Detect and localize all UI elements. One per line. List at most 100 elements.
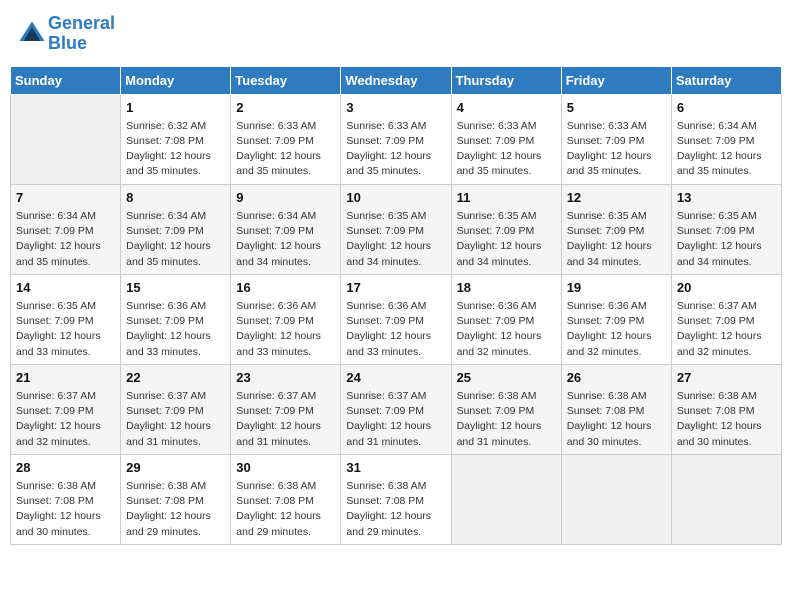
day-info: Sunrise: 6:38 AMSunset: 7:08 PMDaylight:… (16, 479, 115, 540)
calendar-cell: 13 Sunrise: 6:35 AMSunset: 7:09 PMDayligh… (671, 184, 781, 274)
day-number: 23 (236, 369, 335, 387)
logo-text2: Blue (48, 34, 115, 54)
calendar-cell: 22Sunrise: 6:37 AMSunset: 7:09 PMDayligh… (121, 364, 231, 454)
day-number: 30 (236, 459, 335, 477)
calendar-cell (671, 454, 781, 544)
day-info: Sunrise: 6:35 AMSunset: 7:09 PMDaylight:… (567, 209, 666, 270)
calendar-cell (561, 454, 671, 544)
calendar-cell: 12 Sunrise: 6:35 AMSunset: 7:09 PMDayligh… (561, 184, 671, 274)
day-info: Sunrise: 6:37 AMSunset: 7:09 PMDaylight:… (236, 389, 335, 450)
calendar-cell: 11 Sunrise: 6:35 AMSunset: 7:09 PMDayligh… (451, 184, 561, 274)
day-info: Sunrise: 6:35 AMSunset: 7:09 PMDaylight:… (677, 209, 776, 270)
page-header: General Blue (10, 10, 782, 58)
day-info: Sunrise: 6:35 AMSunset: 7:09 PMDaylight:… (457, 209, 556, 270)
day-number: 1 (126, 99, 225, 117)
day-info: Sunrise: 6:33 AMSunset: 7:09 PMDaylight:… (236, 119, 335, 180)
calendar-week-row: 28 Sunrise: 6:38 AMSunset: 7:08 PMDayligh… (11, 454, 782, 544)
day-info: Sunrise: 6:36 AMSunset: 7:09 PMDaylight:… (346, 299, 445, 360)
weekday-header: Tuesday (231, 66, 341, 94)
calendar-cell: 21Sunrise: 6:37 AMSunset: 7:09 PMDayligh… (11, 364, 121, 454)
day-number: 11 (457, 189, 556, 207)
calendar-cell: 27Sunrise: 6:38 AMSunset: 7:08 PMDayligh… (671, 364, 781, 454)
day-number: 28 (16, 459, 115, 477)
calendar-cell: 1 Sunrise: 6:32 AMSunset: 7:08 PMDaylight… (121, 94, 231, 184)
calendar-cell: 17 Sunrise: 6:36 AMSunset: 7:09 PMDayligh… (341, 274, 451, 364)
day-number: 24 (346, 369, 445, 387)
weekday-header: Saturday (671, 66, 781, 94)
calendar-table: SundayMondayTuesdayWednesdayThursdayFrid… (10, 66, 782, 545)
day-number: 5 (567, 99, 666, 117)
calendar-cell: 18 Sunrise: 6:36 AMSunset: 7:09 PMDayligh… (451, 274, 561, 364)
weekday-header: Monday (121, 66, 231, 94)
day-info: Sunrise: 6:34 AMSunset: 7:09 PMDaylight:… (16, 209, 115, 270)
calendar-cell: 26 Sunrise: 6:38 AMSunset: 7:08 PMDayligh… (561, 364, 671, 454)
calendar-week-row: 21 Sunrise: 6:37 AMSunset: 7:09 PMDayligh… (11, 364, 782, 454)
day-number: 10 (346, 189, 445, 207)
calendar-cell: 4 Sunrise: 6:33 AMSunset: 7:09 PMDaylight… (451, 94, 561, 184)
calendar-cell: 28 Sunrise: 6:38 AMSunset: 7:08 PMDayligh… (11, 454, 121, 544)
day-info: Sunrise: 6:34 AMSunset: 7:09 PMDaylight:… (677, 119, 776, 180)
calendar-cell: 19Sunrise: 6:36 AMSunset: 7:09 PMDayligh… (561, 274, 671, 364)
calendar-cell: 25 Sunrise: 6:38 AMSunset: 7:09 PMDayligh… (451, 364, 561, 454)
day-info: Sunrise: 6:33 AMSunset: 7:09 PMDaylight:… (457, 119, 556, 180)
calendar-cell: 30 Sunrise: 6:38 AMSunset: 7:08 PMDayligh… (231, 454, 341, 544)
calendar-cell: 15 Sunrise: 6:36 AMSunset: 7:09 PMDayligh… (121, 274, 231, 364)
calendar-cell: 2 Sunrise: 6:33 AMSunset: 7:09 PMDaylight… (231, 94, 341, 184)
weekday-header-row: SundayMondayTuesdayWednesdayThursdayFrid… (11, 66, 782, 94)
calendar-cell: 29Sunrise: 6:38 AMSunset: 7:08 PMDayligh… (121, 454, 231, 544)
day-number: 17 (346, 279, 445, 297)
weekday-header: Friday (561, 66, 671, 94)
calendar-cell: 24 Sunrise: 6:37 AMSunset: 7:09 PMDayligh… (341, 364, 451, 454)
day-number: 26 (567, 369, 666, 387)
day-number: 8 (126, 189, 225, 207)
day-number: 22 (126, 369, 225, 387)
day-info: Sunrise: 6:38 AMSunset: 7:09 PMDaylight:… (457, 389, 556, 450)
day-info: Sunrise: 6:35 AMSunset: 7:09 PMDaylight:… (16, 299, 115, 360)
logo: General Blue (18, 14, 115, 54)
day-number: 21 (16, 369, 115, 387)
day-info: Sunrise: 6:38 AMSunset: 7:08 PMDaylight:… (346, 479, 445, 540)
weekday-header: Thursday (451, 66, 561, 94)
calendar-cell: 10 Sunrise: 6:35 AMSunset: 7:09 PMDayligh… (341, 184, 451, 274)
calendar-week-row: 14Sunrise: 6:35 AMSunset: 7:09 PMDayligh… (11, 274, 782, 364)
calendar-cell: 9 Sunrise: 6:34 AMSunset: 7:09 PMDaylight… (231, 184, 341, 274)
calendar-cell: 8Sunrise: 6:34 AMSunset: 7:09 PMDaylight… (121, 184, 231, 274)
calendar-cell: 20Sunrise: 6:37 AMSunset: 7:09 PMDayligh… (671, 274, 781, 364)
day-number: 15 (126, 279, 225, 297)
calendar-cell: 31 Sunrise: 6:38 AMSunset: 7:08 PMDayligh… (341, 454, 451, 544)
day-number: 18 (457, 279, 556, 297)
day-info: Sunrise: 6:37 AMSunset: 7:09 PMDaylight:… (346, 389, 445, 450)
calendar-cell (11, 94, 121, 184)
day-number: 13 (677, 189, 776, 207)
calendar-week-row: 7 Sunrise: 6:34 AMSunset: 7:09 PMDaylight… (11, 184, 782, 274)
day-info: Sunrise: 6:33 AMSunset: 7:09 PMDaylight:… (567, 119, 666, 180)
calendar-cell: 16 Sunrise: 6:36 AMSunset: 7:09 PMDayligh… (231, 274, 341, 364)
day-info: Sunrise: 6:36 AMSunset: 7:09 PMDaylight:… (236, 299, 335, 360)
day-number: 19 (567, 279, 666, 297)
calendar-cell: 5 Sunrise: 6:33 AMSunset: 7:09 PMDaylight… (561, 94, 671, 184)
day-info: Sunrise: 6:36 AMSunset: 7:09 PMDaylight:… (126, 299, 225, 360)
day-info: Sunrise: 6:34 AMSunset: 7:09 PMDaylight:… (236, 209, 335, 270)
day-number: 7 (16, 189, 115, 207)
day-number: 9 (236, 189, 335, 207)
day-info: Sunrise: 6:37 AMSunset: 7:09 PMDaylight:… (677, 299, 776, 360)
day-info: Sunrise: 6:32 AMSunset: 7:08 PMDaylight:… (126, 119, 225, 180)
day-number: 16 (236, 279, 335, 297)
day-number: 4 (457, 99, 556, 117)
calendar-cell: 3Sunrise: 6:33 AMSunset: 7:09 PMDaylight… (341, 94, 451, 184)
weekday-header: Wednesday (341, 66, 451, 94)
day-info: Sunrise: 6:38 AMSunset: 7:08 PMDaylight:… (236, 479, 335, 540)
day-number: 12 (567, 189, 666, 207)
day-number: 31 (346, 459, 445, 477)
day-number: 3 (346, 99, 445, 117)
day-info: Sunrise: 6:36 AMSunset: 7:09 PMDaylight:… (457, 299, 556, 360)
day-number: 27 (677, 369, 776, 387)
day-number: 25 (457, 369, 556, 387)
day-info: Sunrise: 6:38 AMSunset: 7:08 PMDaylight:… (567, 389, 666, 450)
day-number: 2 (236, 99, 335, 117)
weekday-header: Sunday (11, 66, 121, 94)
day-info: Sunrise: 6:35 AMSunset: 7:09 PMDaylight:… (346, 209, 445, 270)
calendar-cell: 7 Sunrise: 6:34 AMSunset: 7:09 PMDaylight… (11, 184, 121, 274)
calendar-cell: 14Sunrise: 6:35 AMSunset: 7:09 PMDayligh… (11, 274, 121, 364)
day-number: 6 (677, 99, 776, 117)
